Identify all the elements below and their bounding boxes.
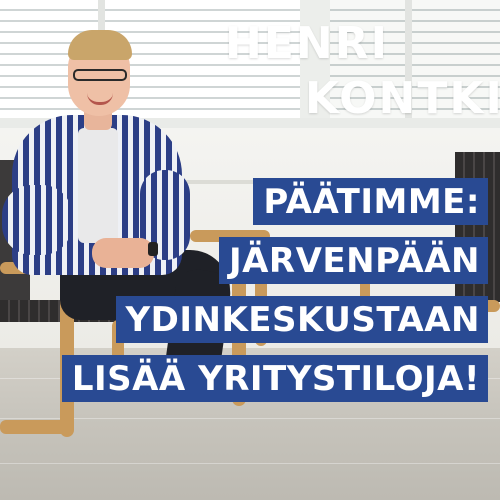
headline-line-2: JÄRVENPÄÄN xyxy=(218,237,488,284)
headline-line-3: YDINKESKUSTAAN xyxy=(115,296,488,343)
name-last: KONTKIN xyxy=(305,73,500,124)
campaign-image: HENRI KONTKIN PÄÄTIMME: JÄRVENPÄÄN YDINK… xyxy=(0,0,500,500)
person-hair xyxy=(68,30,132,60)
glasses-icon xyxy=(73,69,127,81)
headline-line-4: LISÄÄ YRITYSTILOJA! xyxy=(61,355,488,402)
headline-line-1: PÄÄTIMME: xyxy=(253,178,488,225)
chair-runner xyxy=(0,420,74,434)
headline-banners: PÄÄTIMME: JÄRVENPÄÄN YDINKESKUSTAAN LISÄ… xyxy=(61,178,488,402)
name-first: HENRI xyxy=(225,18,389,69)
